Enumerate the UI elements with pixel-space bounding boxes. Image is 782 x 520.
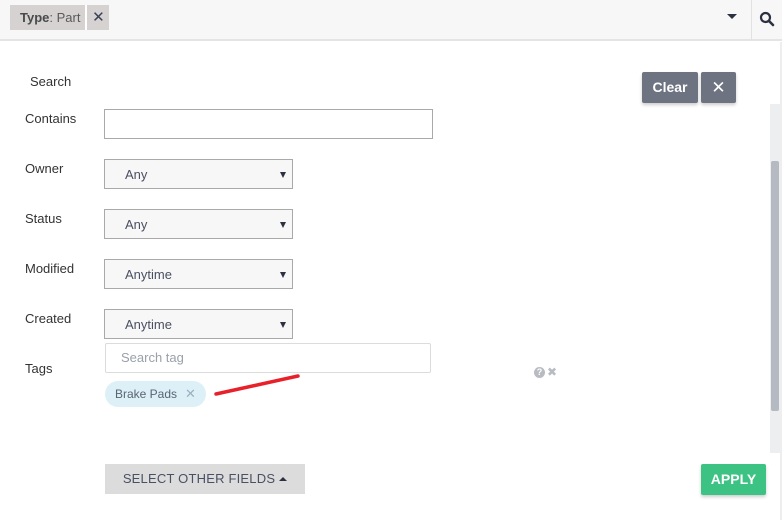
close-icon[interactable]: ✕	[87, 5, 109, 30]
modified-select-value: Anytime	[125, 267, 172, 282]
close-panel-button[interactable]: ✕	[701, 72, 736, 103]
created-label: Created	[25, 311, 72, 326]
created-select[interactable]: Anytime	[104, 309, 293, 339]
filter-bar: Type: Part ✕	[0, 0, 782, 41]
chevron-down-icon	[280, 322, 286, 328]
divider	[751, 0, 752, 40]
tag-pill-label: Brake Pads	[115, 387, 178, 401]
tag-search-placeholder: Search tag	[121, 350, 184, 365]
caret-up-icon	[279, 477, 288, 481]
scrollbar-thumb[interactable]	[771, 161, 779, 411]
modified-label: Modified	[25, 261, 75, 276]
filter-chip-label: Type: Part	[10, 5, 88, 30]
tag-field-actions: ? ✖	[534, 366, 557, 378]
select-other-fields-label: SELECT OTHER FIELDS	[122, 471, 276, 486]
filter-chip-type[interactable]: Type: Part ✕	[10, 5, 110, 30]
status-label: Status	[25, 211, 62, 226]
section-title: Search	[30, 74, 72, 89]
tag-search-input[interactable]: Search tag	[105, 343, 431, 373]
search-icon[interactable]	[759, 11, 775, 27]
status-select[interactable]: Any	[104, 209, 293, 239]
contains-label: Contains	[25, 111, 77, 126]
owner-select[interactable]: Any	[104, 159, 293, 189]
created-select-value: Anytime	[125, 317, 172, 332]
modified-select[interactable]: Anytime	[104, 259, 293, 289]
clear-button[interactable]: Clear	[642, 72, 698, 103]
apply-button[interactable]: APPLY	[701, 464, 766, 495]
status-select-value: Any	[125, 217, 148, 232]
contains-input[interactable]	[104, 109, 433, 139]
owner-label: Owner	[25, 161, 64, 176]
remove-tag-icon[interactable]: ✕	[185, 386, 196, 402]
close-icon: ✕	[711, 78, 726, 97]
select-other-fields-button[interactable]: SELECT OTHER FIELDS	[105, 464, 305, 494]
remove-field-icon[interactable]: ✖	[547, 366, 557, 378]
owner-select-value: Any	[125, 167, 148, 182]
help-icon[interactable]: ?	[534, 367, 545, 378]
chevron-down-icon	[280, 272, 286, 278]
chevron-down-icon	[280, 222, 286, 228]
caret-down-icon[interactable]	[727, 14, 737, 19]
tag-pill: Brake Pads ✕	[105, 381, 206, 407]
tags-label: Tags	[25, 361, 53, 376]
chevron-down-icon	[280, 172, 286, 178]
